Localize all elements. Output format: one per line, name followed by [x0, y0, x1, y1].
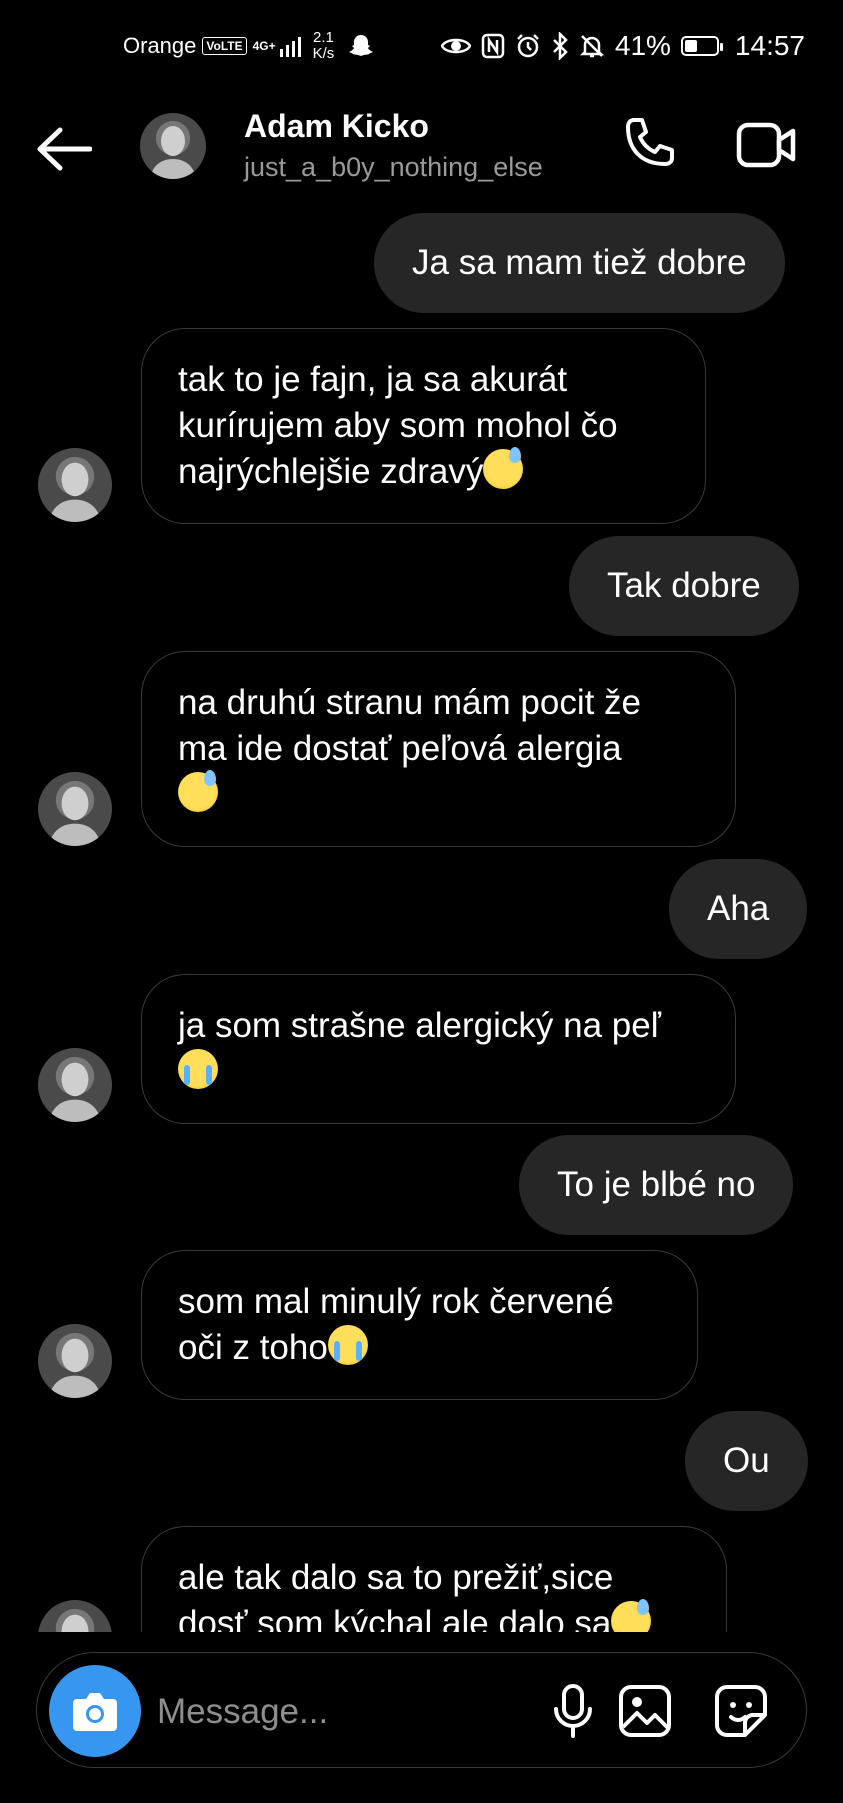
- back-arrow-icon[interactable]: [36, 126, 92, 172]
- bluetooth-icon: [552, 32, 568, 60]
- message-text: To je blbé no: [557, 1165, 756, 1204]
- sweat-smile-icon: [483, 447, 524, 489]
- status-right: 41% 14:57: [440, 30, 805, 62]
- gallery-icon[interactable]: [617, 1683, 673, 1739]
- message-incoming[interactable]: som mal minulý rok červené oči z toho: [141, 1250, 698, 1400]
- message-text: som mal minulý rok červené oči z toho: [178, 1282, 614, 1367]
- message-outgoing[interactable]: Tak dobre: [569, 536, 799, 636]
- message-text: ale tak dalo sa to prežiť,sice dosť som …: [178, 1558, 614, 1632]
- snapchat-icon: [349, 35, 374, 56]
- message-text: Tak dobre: [607, 566, 761, 605]
- status-bar: Orange VoLTE 4G+ 2.1 K/s 41% 14:57: [0, 0, 843, 96]
- network-type: 4G+: [252, 39, 276, 53]
- message-incoming[interactable]: na druhú stranu mám pocit že ma ide dost…: [141, 651, 736, 847]
- message-thread[interactable]: Ja sa mam tiež dobre tak to je fajn, ja …: [0, 196, 843, 1632]
- camera-button[interactable]: [49, 1665, 141, 1757]
- carrier-name: Orange: [123, 33, 197, 58]
- sweat-smile-icon: [611, 1599, 652, 1632]
- battery-percent: 41%: [614, 30, 671, 61]
- camera-icon: [73, 1693, 117, 1731]
- eye-icon: [440, 38, 471, 54]
- message-outgoing[interactable]: Ou: [685, 1411, 808, 1511]
- battery-icon: [680, 36, 723, 56]
- video-call-icon[interactable]: [736, 120, 798, 170]
- avatar[interactable]: [38, 1048, 112, 1122]
- battery-fill: [684, 40, 697, 52]
- microphone-icon[interactable]: [549, 1683, 597, 1739]
- message-text: Aha: [707, 889, 770, 928]
- message-text: ja som strašne alergický na peľ: [178, 1006, 661, 1045]
- message-outgoing[interactable]: Ja sa mam tiež dobre: [374, 213, 785, 313]
- message-incoming[interactable]: tak to je fajn, ja sa akurát kurírujem a…: [141, 328, 706, 524]
- avatar[interactable]: [38, 772, 112, 846]
- speed-value: 2.1: [313, 29, 334, 46]
- mute-bell-icon: [579, 35, 604, 58]
- message-outgoing[interactable]: Aha: [669, 859, 808, 959]
- message-text: tak to je fajn, ja sa akurát kurírujem a…: [178, 360, 618, 491]
- sweat-smile-icon: [178, 770, 218, 812]
- crying-face-icon: [327, 1325, 368, 1365]
- crying-face-icon: [178, 1049, 218, 1089]
- volte-badge: VoLTE: [202, 37, 247, 55]
- speed-unit: K/s: [312, 45, 335, 62]
- message-text: Ja sa mam tiež dobre: [412, 243, 747, 282]
- nfc-icon: [481, 33, 505, 59]
- message-composer: [36, 1652, 807, 1768]
- contact-name[interactable]: Adam Kicko: [244, 108, 429, 145]
- message-outgoing[interactable]: To je blbé no: [519, 1135, 794, 1235]
- clock: 14:57: [734, 30, 805, 61]
- message-input[interactable]: [155, 1683, 539, 1741]
- message-text: Ou: [723, 1441, 770, 1480]
- avatar[interactable]: [140, 113, 206, 179]
- message-text: na druhú stranu mám pocit že ma ide dost…: [178, 683, 642, 768]
- signal-icon: [279, 35, 301, 57]
- avatar[interactable]: [38, 448, 112, 522]
- phone-call-icon[interactable]: [620, 116, 676, 172]
- avatar[interactable]: [38, 1324, 112, 1398]
- alarm-icon: [516, 34, 539, 58]
- avatar[interactable]: [38, 1600, 112, 1632]
- contact-username[interactable]: just_a_b0y_nothing_else: [244, 152, 543, 183]
- sticker-icon[interactable]: [713, 1683, 769, 1739]
- carrier-group: Orange VoLTE 4G+ 2.1 K/s: [123, 30, 374, 62]
- message-incoming[interactable]: ale tak dalo sa to prežiť,sice dosť som …: [141, 1526, 727, 1632]
- network-speed: 2.1 K/s: [313, 30, 335, 62]
- message-incoming[interactable]: ja som strašne alergický na peľ: [141, 974, 736, 1124]
